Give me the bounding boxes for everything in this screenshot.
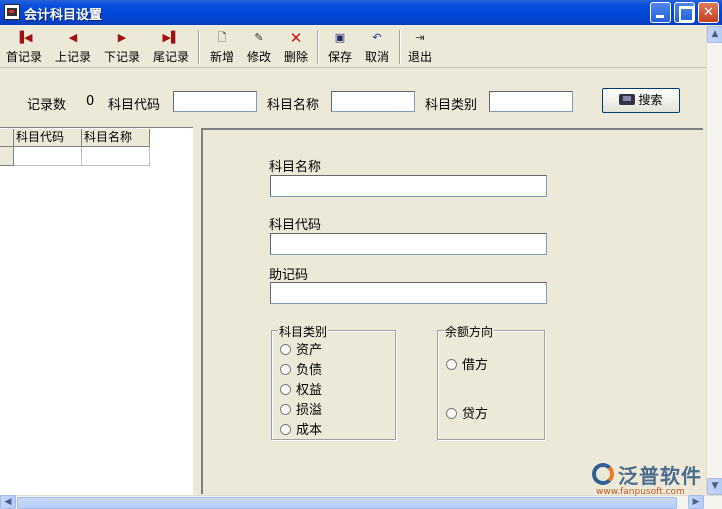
- vertical-scrollbar[interactable]: ▲ ▼: [706, 26, 722, 495]
- prev-record-icon: ◀: [68, 31, 78, 44]
- binoculars-icon: [619, 94, 636, 105]
- radio-profit-loss[interactable]: 损溢: [280, 399, 322, 418]
- next-record-icon: ▶: [117, 31, 127, 44]
- radio-cost[interactable]: 成本: [280, 419, 322, 438]
- radio-circle-icon: [446, 408, 457, 419]
- toolbar-separator: [198, 30, 200, 64]
- watermark-url: www.fanpusoft.com: [596, 487, 685, 497]
- search-button[interactable]: 搜索: [602, 88, 680, 113]
- delete-button[interactable]: ✕ 删除: [280, 30, 312, 66]
- radio-equity[interactable]: 权益: [280, 379, 322, 398]
- radio-liability[interactable]: 负债: [280, 359, 322, 378]
- next-record-button[interactable]: ▶ 下记录: [101, 30, 143, 66]
- form-code-input[interactable]: [270, 233, 547, 255]
- scroll-up-button[interactable]: ▲: [707, 26, 722, 43]
- grid-header-name[interactable]: 科目名称: [82, 129, 150, 147]
- balance-direction-group: 余额方向 借方 贷方: [437, 323, 545, 440]
- form-code-label: 科目代码: [269, 218, 322, 233]
- balance-group-title: 余额方向: [444, 323, 495, 340]
- category-group: 科目类别 资产 负债 权益 损溢 成本: [271, 323, 396, 440]
- grid-cell[interactable]: [14, 147, 82, 166]
- form-memo-input[interactable]: [270, 282, 547, 304]
- exit-door-icon: ⇥: [415, 31, 425, 44]
- form-name-input[interactable]: [270, 175, 547, 197]
- radio-circle-icon: [280, 424, 291, 435]
- search-code-input[interactable]: [173, 91, 257, 112]
- radio-circle-icon: [280, 344, 291, 355]
- radio-debit[interactable]: 借方: [446, 354, 488, 373]
- form-name-label: 科目名称: [269, 160, 322, 175]
- grid-cell[interactable]: [82, 147, 150, 166]
- form-memo-label: 助记码: [269, 268, 309, 283]
- search-button-label: 搜索: [638, 93, 663, 107]
- record-count-value: 0: [86, 94, 95, 109]
- radio-circle-icon: [446, 359, 457, 370]
- logo-mark-icon: [592, 463, 614, 485]
- maximize-button[interactable]: [674, 2, 695, 23]
- toolbar-separator: [317, 30, 319, 64]
- radio-credit[interactable]: 贷方: [446, 403, 488, 422]
- exit-button[interactable]: ⇥ 退出: [404, 30, 436, 66]
- record-count-label: 记录数: [27, 98, 67, 113]
- radio-circle-icon: [280, 404, 291, 415]
- detail-panel: 科目名称 科目代码 助记码 科目类别 资产 负债 权益 损溢 成本 余额方向 借…: [201, 128, 703, 494]
- toolbar-separator: [399, 30, 401, 64]
- prev-record-button[interactable]: ◀ 上记录: [52, 30, 94, 66]
- new-doc-icon: 🗋: [217, 31, 227, 44]
- toolbar: ▐◀ 首记录 ◀ 上记录 ▶ 下记录 ▶▌ 尾记录 🗋 新增 ✎ 修改 ✕ 删除…: [0, 26, 706, 68]
- account-grid[interactable]: 科目代码 科目名称: [0, 127, 193, 495]
- radio-asset[interactable]: 资产: [280, 339, 322, 358]
- scroll-left-button[interactable]: ◀: [0, 495, 16, 509]
- category-group-title: 科目类别: [278, 323, 329, 340]
- floppy-save-icon: ▣: [334, 31, 346, 44]
- last-record-button[interactable]: ▶▌ 尾记录: [150, 30, 192, 66]
- search-code-label: 科目代码: [108, 98, 161, 113]
- horizontal-scroll-thumb[interactable]: [17, 497, 677, 509]
- close-button[interactable]: ✕: [698, 2, 719, 23]
- last-record-icon: ▶▌: [162, 31, 180, 44]
- search-name-input[interactable]: [331, 91, 415, 112]
- watermark-name: 泛普软件: [618, 464, 702, 488]
- search-name-label: 科目名称: [267, 98, 320, 113]
- minimize-button[interactable]: [650, 2, 671, 23]
- new-button[interactable]: 🗋 新增: [206, 30, 238, 66]
- radio-circle-icon: [280, 364, 291, 375]
- first-record-button[interactable]: ▐◀ 首记录: [4, 30, 44, 66]
- grid-corner: [0, 129, 14, 147]
- watermark-logo: 泛普软件 www.fanpusoft.com: [592, 460, 717, 500]
- delete-x-icon: ✕: [289, 29, 303, 47]
- search-type-input[interactable]: [489, 91, 573, 112]
- save-button[interactable]: ▣ 保存: [324, 30, 356, 66]
- cancel-button[interactable]: ↶ 取消: [361, 30, 393, 66]
- first-record-icon: ▐◀: [15, 31, 33, 44]
- undo-icon: ↶: [372, 31, 382, 44]
- grid-row-selector[interactable]: [0, 147, 14, 166]
- search-type-label: 科目类别: [425, 98, 478, 113]
- title-bar: 会计科目设置 ✕: [0, 0, 722, 25]
- window-title: 会计科目设置: [24, 8, 103, 23]
- grid-header-code[interactable]: 科目代码: [14, 129, 82, 147]
- radio-circle-icon: [280, 384, 291, 395]
- search-row: 记录数 0 科目代码 科目名称 科目类别 搜索: [0, 69, 706, 127]
- edit-button[interactable]: ✎ 修改: [243, 30, 275, 66]
- app-icon: [4, 4, 20, 20]
- edit-icon: ✎: [254, 31, 264, 44]
